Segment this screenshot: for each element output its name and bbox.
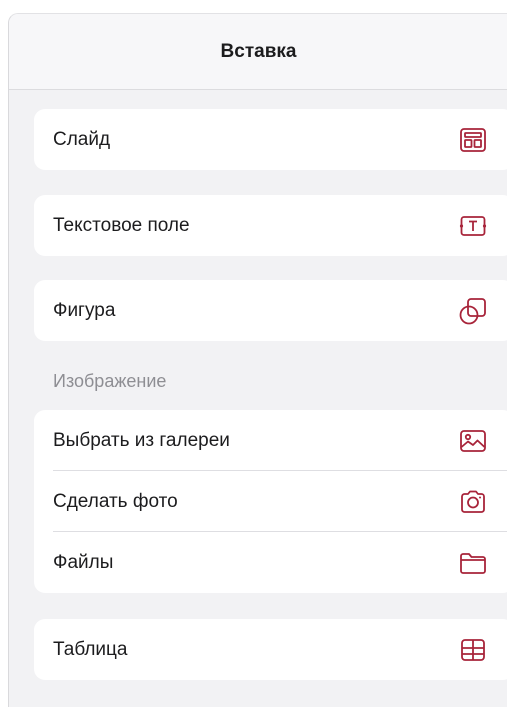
files-label: Файлы: [53, 551, 114, 573]
shape-icon: [457, 295, 489, 327]
choose-from-gallery-button[interactable]: Выбрать из галереи: [34, 410, 507, 471]
shape-card: Фигура: [34, 280, 507, 341]
take-photo-button[interactable]: Сделать фото: [34, 471, 507, 532]
camera-icon: [457, 486, 489, 518]
insert-text-field-button[interactable]: Текстовое поле: [34, 195, 507, 256]
insert-table-button[interactable]: Таблица: [34, 619, 507, 680]
text-box-icon: [457, 210, 489, 242]
take-photo-label: Сделать фото: [53, 490, 178, 512]
table-icon: [457, 634, 489, 666]
insert-shape-button[interactable]: Фигура: [34, 280, 507, 341]
gallery-icon: [457, 425, 489, 457]
sheet-header: Вставка: [9, 14, 507, 90]
insert-table-label: Таблица: [53, 638, 128, 660]
image-section-card: Выбрать из галереи Сделать фото Файлы: [34, 410, 507, 593]
insert-slide-button[interactable]: Слайд: [34, 109, 507, 170]
insert-text-field-label: Текстовое поле: [53, 214, 190, 236]
sheet-title: Вставка: [220, 41, 297, 62]
folder-icon: [457, 547, 489, 579]
slide-card: Слайд: [34, 109, 507, 170]
insert-sheet: Вставка Слайд Текстовое поле Фигура Изоб…: [8, 13, 507, 707]
text-field-card: Текстовое поле: [34, 195, 507, 256]
table-card: Таблица: [34, 619, 507, 680]
choose-from-gallery-label: Выбрать из галереи: [53, 429, 230, 451]
insert-slide-label: Слайд: [53, 128, 111, 150]
image-section-title: Изображение: [53, 371, 167, 391]
slide-layout-icon: [457, 124, 489, 156]
insert-shape-label: Фигура: [53, 299, 116, 321]
files-button[interactable]: Файлы: [34, 532, 507, 593]
